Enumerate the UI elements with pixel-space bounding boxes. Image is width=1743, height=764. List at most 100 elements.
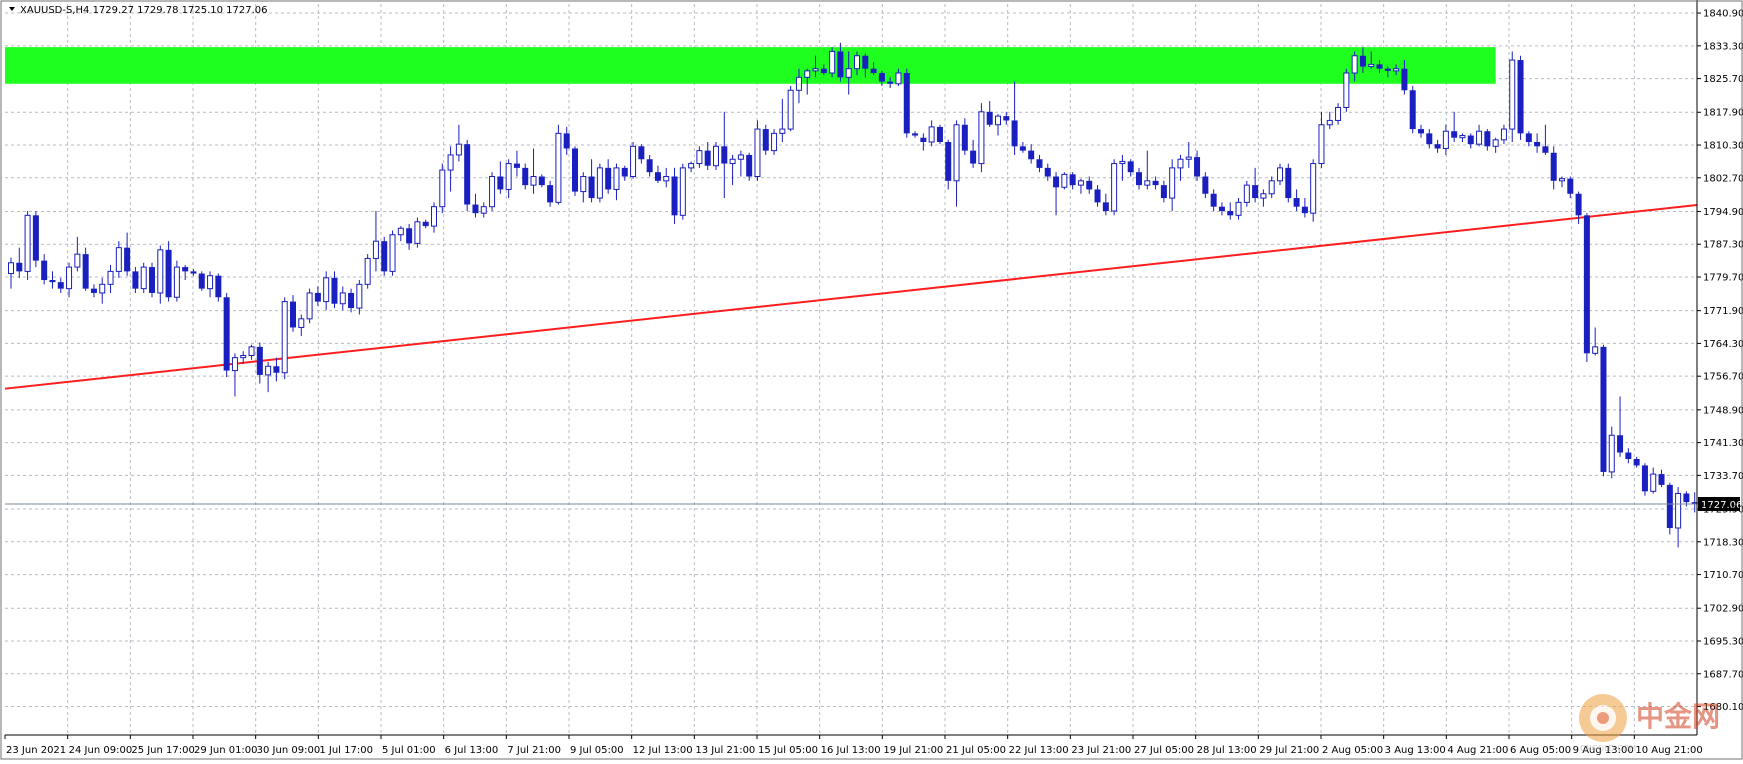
candle-bull (115, 247, 122, 272)
x-tick-label: 27 Jul 05:00 (1134, 745, 1194, 756)
candle-bear (215, 275, 222, 298)
candle-bull (1492, 139, 1499, 147)
resistance-zone (5, 47, 1496, 84)
candle-bear (1633, 458, 1640, 466)
y-tick-label: 1833.30 (1703, 41, 1743, 52)
candle-bull (1459, 135, 1466, 139)
candle-bear (1202, 176, 1209, 194)
candle-bear (1434, 144, 1441, 149)
candle-bear (1152, 180, 1159, 186)
candle-bear (190, 271, 197, 274)
candle-bull (173, 266, 180, 298)
x-tick-label: 2 Aug 05:00 (1322, 745, 1383, 756)
y-tick-label: 1787.30 (1703, 240, 1743, 251)
candle-bull (530, 176, 537, 186)
candle-bear (920, 137, 927, 143)
candle-bull (1442, 130, 1449, 149)
candle-bear (1218, 206, 1225, 212)
x-tick-label: 7 Jul 21:00 (507, 745, 561, 756)
candle-bull (679, 167, 686, 216)
candle-bear (1517, 60, 1524, 134)
candle-bear (671, 176, 678, 216)
candle-bull (580, 176, 587, 193)
chart-window[interactable]: 1727.06 23 Jun 2021 24 Jun 09:00 25 Jun 17… (0, 0, 1743, 760)
candle-bull (1260, 193, 1267, 199)
y-tick-label: 1687.70 (1703, 669, 1743, 680)
candle-bull (306, 292, 313, 320)
candle-bear (1658, 474, 1665, 485)
candle-bear (721, 146, 728, 164)
candle-bear (132, 271, 139, 289)
candle-bear (1534, 142, 1541, 147)
candle-bear (223, 297, 230, 371)
candle-bull (1318, 124, 1325, 165)
x-tick-label: 6 Aug 05:00 (1510, 745, 1571, 756)
x-tick-label: 16 Jul 13:00 (821, 745, 881, 756)
candle-bear (1293, 198, 1300, 207)
candle-bear (331, 277, 338, 304)
candle-bull (140, 266, 147, 290)
candle-bear (704, 150, 711, 166)
candle-bear (1044, 167, 1051, 177)
candle-bear (936, 126, 943, 143)
candle-bull (795, 76, 802, 91)
candle-bear (464, 144, 471, 205)
x-tick-label: 28 Jul 13:00 (1197, 745, 1257, 756)
candle-bull (1077, 180, 1084, 186)
candle-bull (995, 115, 1001, 126)
candle-bear (497, 176, 504, 190)
x-tick-label: 23 Jun 2021 (6, 745, 66, 756)
candle-bull (729, 158, 736, 165)
candle-bull (845, 68, 852, 78)
candle-bear (1600, 346, 1607, 472)
candle-bull (1235, 201, 1242, 216)
candle-bear (820, 68, 827, 74)
resistance-zone-layer (5, 47, 1496, 84)
candle-bear (1641, 465, 1648, 492)
candle-bull (24, 214, 31, 272)
candle-bull (240, 354, 247, 359)
candle-bear (970, 150, 977, 164)
candle-bear (1359, 55, 1366, 67)
candle-bear (90, 288, 97, 293)
candle-bear (1227, 211, 1234, 216)
candle-bull (1061, 173, 1068, 188)
y-tick-label: 1802.70 (1703, 173, 1743, 184)
candle-bull (298, 318, 305, 328)
candle-bear (563, 133, 570, 149)
candle-bear (124, 247, 131, 272)
candle-bull (431, 206, 437, 227)
candle-bull (1509, 59, 1516, 130)
candle-bear (572, 148, 578, 192)
candle-bear (621, 167, 628, 177)
candle-bull (854, 55, 860, 70)
candle-bull (663, 176, 670, 182)
x-tick-label: 22 Jul 13:00 (1009, 745, 1069, 756)
y-tick-label: 1748.90 (1703, 405, 1743, 416)
candle-bear (903, 73, 910, 134)
candle-bear (1542, 146, 1549, 153)
candle-bull (231, 357, 238, 372)
candle-bear (1053, 176, 1060, 188)
candle-bull (754, 128, 761, 178)
candlestick-chart[interactable]: 1727.06 23 Jun 2021 24 Jun 09:00 25 Jun 17… (0, 0, 1743, 760)
candle-bull (1310, 163, 1317, 214)
x-tick-label: 3 Aug 13:00 (1385, 745, 1446, 756)
candle-bull (771, 132, 778, 152)
candle-bear (1160, 185, 1167, 199)
candle-bull (66, 266, 73, 290)
candle-bear (1028, 150, 1035, 160)
candle-bull (630, 145, 637, 178)
candle-bear (82, 254, 89, 289)
x-tick-label: 24 Jun 09:00 (69, 745, 133, 756)
candle-bear (862, 55, 869, 69)
y-tick-label: 1771.90 (1703, 306, 1743, 317)
candle-bull (455, 143, 462, 156)
x-tick-label: 21 Jul 05:00 (946, 745, 1006, 756)
candle-bear (381, 241, 388, 272)
candle-bear (522, 167, 529, 186)
y-tick-label: 1810.30 (1703, 141, 1743, 152)
y-tick-label: 1733.70 (1703, 471, 1743, 482)
candle-bear (1683, 493, 1690, 503)
x-tick-label: 4 Aug 21:00 (1447, 745, 1508, 756)
